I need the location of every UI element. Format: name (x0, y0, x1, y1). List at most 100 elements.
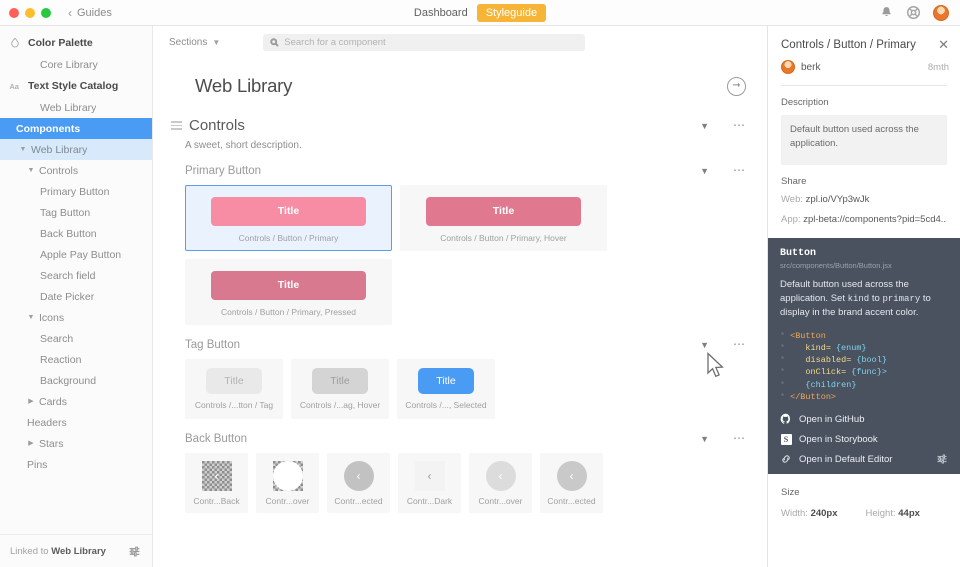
sidebar-item-reaction[interactable]: Reaction (0, 349, 152, 370)
twisty-right-icon[interactable]: ▶ (27, 398, 35, 405)
description-label: Description (781, 97, 829, 108)
caret-down-icon[interactable]: ▼ (700, 434, 709, 444)
sidebar-item-apple-pay-button[interactable]: Apple Pay Button (0, 244, 152, 265)
sidebar-item-back-button[interactable]: Back Button (0, 223, 152, 244)
code-description: Default button used across the applicati… (780, 278, 931, 319)
back-to-guides-button[interactable]: ‹ Guides (68, 6, 112, 20)
twisty-down-icon[interactable]: ▼ (19, 146, 27, 153)
tag-button-preview[interactable]: Title (206, 368, 262, 394)
primary-button-preview[interactable]: Title (211, 196, 366, 226)
back-button-preview[interactable]: ‹ (414, 460, 445, 491)
sidebar-item-pins[interactable]: Pins (0, 454, 152, 475)
back-button-preview[interactable]: ‹ (343, 460, 374, 491)
titlebar-right-actions (879, 0, 949, 25)
caret-down-icon[interactable]: ▼ (700, 121, 709, 131)
group-actions: ▼ ⋯ (700, 338, 751, 350)
twisty-down-icon[interactable]: ▼ (27, 167, 35, 174)
sidebar-item-controls[interactable]: ▼ Controls (0, 160, 152, 181)
group-title: Back Button (185, 433, 248, 445)
share-row[interactable]: Web: zpl.io/VYp3wJk (781, 194, 947, 205)
caret-down-icon[interactable]: ▼ (700, 340, 709, 350)
component-card[interactable]: ‹ Contr...ected (540, 453, 603, 513)
component-card[interactable]: ‹ Contr...over (469, 453, 532, 513)
sidebar-item-core-library[interactable]: Core Library (0, 54, 152, 75)
sections-dropdown[interactable]: Sections ▼ (169, 37, 220, 48)
bell-icon[interactable] (879, 5, 894, 20)
sidebar-item-label: Search field (40, 269, 96, 282)
sidebar: Color Palette Core Library Aa Text Style Ca… (0, 26, 153, 567)
group-title: Primary Button (185, 165, 262, 177)
sidebar-item-cards[interactable]: ▶ Cards (0, 391, 152, 412)
sliders-icon[interactable] (128, 545, 141, 558)
card-caption: Contr...Back (193, 495, 240, 506)
caret-down-icon[interactable]: ▼ (700, 166, 709, 176)
back-button-preview[interactable]: ‹ (485, 460, 516, 491)
sidebar-item-search[interactable]: Search (0, 328, 152, 349)
sliders-icon[interactable] (936, 453, 948, 465)
tab-styleguide[interactable]: Styleguide (476, 3, 547, 22)
ellipsis-icon[interactable]: ⋯ (733, 432, 746, 444)
back-button-preview[interactable]: ‹ (556, 460, 587, 491)
code-token: </Button> (790, 392, 837, 403)
primary-button-preview[interactable]: Title (426, 196, 581, 226)
component-card[interactable]: Title Controls /...ag, Hover (291, 359, 389, 419)
minimize-window-button[interactable] (25, 7, 35, 18)
sidebar-item-text-style-catalog[interactable]: Aa Text Style Catalog (0, 75, 152, 97)
group-header: Primary Button ▼ ⋯ (169, 164, 751, 177)
share-row[interactable]: App: zpl-beta://components?pid=5cd4... (781, 214, 947, 225)
user-avatar[interactable] (933, 4, 949, 21)
sidebar-item-search-field[interactable]: Search field (0, 265, 152, 286)
sidebar-item-color-palette[interactable]: Color Palette (0, 32, 152, 54)
tag-button-preview[interactable]: Title (312, 368, 368, 394)
open-in-github-link[interactable]: Open in GitHub (780, 413, 948, 425)
close-window-button[interactable] (9, 7, 19, 18)
sidebar-item-date-picker[interactable]: Date Picker (0, 286, 152, 307)
drag-handle-icon[interactable] (171, 121, 182, 130)
code-token: kind= (790, 342, 831, 353)
arrow-right-circle-icon[interactable]: ➞ (727, 76, 746, 96)
open-in-editor-row: Open in Default Editor (780, 453, 948, 465)
code-token: onClick= (790, 367, 847, 378)
close-icon[interactable]: ✕ (938, 38, 949, 51)
share-value: zpl.io/VYp3wJk (805, 193, 870, 205)
twisty-right-icon[interactable]: ▶ (27, 440, 35, 447)
component-card[interactable]: Title Controls /...tton / Tag (185, 359, 283, 419)
back-button-preview[interactable]: ‹ (272, 460, 303, 491)
sidebar-item-tag-button[interactable]: Tag Button (0, 202, 152, 223)
open-in-storybook-link[interactable]: S Open in Storybook (780, 433, 948, 445)
ellipsis-icon[interactable]: ⋯ (733, 338, 746, 350)
component-card[interactable]: ‹ Contr...over (256, 453, 319, 513)
ellipsis-icon[interactable]: ⋯ (733, 164, 746, 176)
search-input[interactable] (284, 37, 579, 48)
twisty-down-icon[interactable]: ▼ (27, 314, 35, 321)
sidebar-item-background[interactable]: Background (0, 370, 152, 391)
author-name: berk (801, 61, 821, 73)
card-grid: Title Controls / Button / Primary Title Con… (169, 185, 751, 325)
sidebar-item-stars[interactable]: ▶ Stars (0, 433, 152, 454)
back-button-preview[interactable]: ‹ (201, 460, 232, 491)
sidebar-item-headers[interactable]: Headers (0, 412, 152, 433)
component-card[interactable]: ‹ Contr...ected (327, 453, 390, 513)
tag-button-preview[interactable]: Title (418, 368, 474, 394)
component-card[interactable]: Title Controls / Button / Primary (185, 185, 392, 251)
sidebar-item-components[interactable]: Components (0, 118, 152, 146)
help-ring-icon[interactable] (906, 5, 921, 20)
sidebar-item-primary-button[interactable]: Primary Button (0, 181, 152, 202)
sidebar-item-web-library[interactable]: ▼ Web Library (0, 139, 152, 160)
component-card[interactable]: Title Controls /..., Selected (397, 359, 495, 419)
primary-button-preview[interactable]: Title (211, 270, 366, 300)
component-card[interactable]: ‹ Contr...Dark (398, 453, 461, 513)
sidebar-item-label: Text Style Catalog (28, 80, 119, 92)
component-card[interactable]: Title Controls / Button / Primary, Presse… (185, 259, 392, 325)
sidebar-item-web-library[interactable]: Web Library (0, 97, 152, 118)
author-timestamp: 8mth (927, 61, 949, 73)
component-card[interactable]: Title Controls / Button / Primary, Hover (400, 185, 607, 251)
chevron-left-icon: ‹ (427, 468, 432, 483)
sidebar-item-icons[interactable]: ▼ Icons (0, 307, 152, 328)
component-card[interactable]: ‹ Contr...Back (185, 453, 248, 513)
search-component-box[interactable] (263, 34, 586, 51)
open-in-default-editor-link[interactable]: Open in Default Editor (780, 453, 892, 465)
tab-dashboard[interactable]: Dashboard (414, 7, 468, 19)
ellipsis-icon[interactable]: ⋯ (733, 119, 746, 131)
maximize-window-button[interactable] (41, 7, 51, 18)
